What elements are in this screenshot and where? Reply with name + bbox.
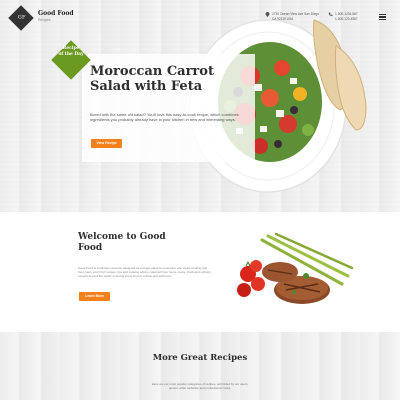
logo-text: GF (17, 14, 26, 21)
featured-recipe-description: Bored with the same old salad? You'll lo… (90, 112, 239, 123)
more-recipes-section: More Great Recipes Here are our most pop… (0, 332, 400, 400)
site-header: GF Good Food Recipes 2730 Ocean View Ave… (0, 0, 400, 34)
hero-section: GF Good Food Recipes 2730 Ocean View Ave… (0, 0, 400, 212)
welcome-title: Welcome to Good Food (78, 232, 166, 253)
view-recipe-button[interactable]: View Recipe (91, 139, 122, 148)
brand-tagline: Recipes (38, 18, 51, 22)
hamburger-menu-icon[interactable] (379, 14, 386, 20)
featured-recipe-title[interactable]: Moroccan Carrot Salad with Feta (90, 64, 250, 94)
badge-line2: of the Day (58, 51, 84, 57)
steak-tomatoes-image (237, 232, 354, 304)
recipe-of-day-badge-label: Recipe of the Day (51, 46, 91, 57)
logo-icon[interactable]: GF (8, 5, 34, 31)
location-pin-icon (265, 12, 270, 17)
welcome-description: Good Food is a culinary resource designe… (78, 266, 211, 279)
phone-block: 1-800-1234-567 1-800-123-4567 (328, 12, 358, 22)
phone-icon (328, 12, 333, 17)
phone-line2[interactable]: 1-800-123-4567 (335, 17, 358, 22)
learn-more-button[interactable]: Learn More (79, 292, 110, 301)
welcome-section: Welcome to Good Food Good Food is a culi… (0, 212, 400, 332)
brand-name[interactable]: Good Food (38, 10, 74, 17)
more-recipes-title: More Great Recipes (152, 353, 248, 363)
address-line2: CA 92110 USA (272, 17, 294, 21)
address-block: 2730 Ocean View Ave San Diego CA 92110 U… (265, 12, 319, 22)
more-recipes-description: Here are our most popular categories of … (151, 382, 249, 391)
